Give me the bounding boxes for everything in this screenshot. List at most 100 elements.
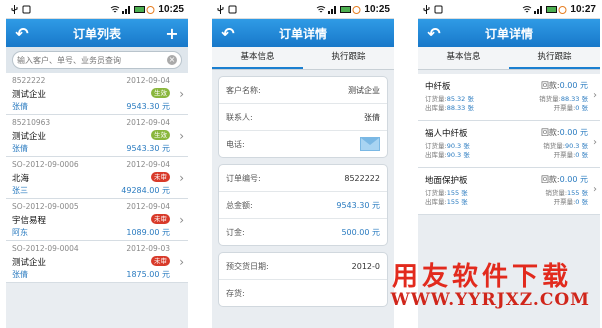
wifi-icon bbox=[110, 5, 120, 14]
list-item[interactable]: SO-2012-09-0004 2012-09-03 测试企业 未审 张倩 18… bbox=[6, 241, 188, 283]
search-box: × bbox=[12, 51, 182, 69]
deposit-amount: 500.00 元 bbox=[341, 227, 380, 237]
search-bar: × bbox=[6, 47, 188, 73]
status-badge: 未审 bbox=[151, 256, 170, 266]
chevron-right-icon: › bbox=[593, 184, 597, 195]
salesperson: 阿东 bbox=[12, 228, 28, 237]
clock: 10:27 bbox=[570, 3, 596, 15]
product-name: 中纤板 bbox=[425, 82, 451, 92]
clock: 10:25 bbox=[364, 3, 390, 15]
invoiced-qty: 开票量:0 张 bbox=[553, 198, 588, 206]
tab-execution-tracking[interactable]: 执行跟踪 bbox=[303, 47, 394, 69]
back-arrow-icon[interactable]: ↶ bbox=[424, 23, 444, 43]
chevron-right-icon: › bbox=[593, 137, 597, 148]
search-input[interactable] bbox=[17, 55, 167, 65]
phone-row: 电话: bbox=[219, 131, 387, 157]
list-item[interactable]: 85210963 2012-09-04 测试企业 生效 张倩 9543.30 元… bbox=[6, 115, 188, 157]
chevron-right-icon: › bbox=[179, 129, 184, 143]
notification-icon bbox=[22, 5, 31, 14]
stock-row: 存货: bbox=[219, 280, 387, 306]
field-label: 预交货日期: bbox=[226, 261, 269, 271]
total-row: 总金额: 9543.30 元 bbox=[219, 192, 387, 219]
order-amount: 1089.00 元 bbox=[126, 228, 170, 237]
clock: 10:25 bbox=[158, 3, 184, 15]
chevron-right-icon: › bbox=[179, 87, 184, 101]
list-item[interactable]: 中纤板 回款:0.00 元 订货量:85.32 张 销货量:88.33 张 出库… bbox=[418, 74, 600, 121]
field-label: 订金: bbox=[226, 227, 245, 237]
alarm-icon bbox=[558, 5, 567, 14]
mail-icon[interactable] bbox=[360, 137, 380, 151]
chevron-right-icon: › bbox=[593, 90, 597, 101]
list-item[interactable]: 福人中纤板 回款:0.00 元 订货量:90.3 张 销货量:90.3 张 出库… bbox=[418, 121, 600, 168]
delivery-row: 预交货日期: 2012-0 bbox=[219, 253, 387, 280]
notification-icon bbox=[434, 5, 443, 14]
order-number: SO-2012-09-0005 bbox=[12, 202, 79, 211]
company-name: 测试企业 bbox=[12, 258, 47, 268]
list-item[interactable]: SO-2012-09-0006 2012-09-04 北海 未审 张三 4928… bbox=[6, 157, 188, 199]
clear-icon[interactable]: × bbox=[167, 55, 177, 65]
status-badge: 生效 bbox=[151, 130, 170, 140]
tab-basic-info[interactable]: 基本信息 bbox=[418, 47, 509, 69]
invoiced-qty: 开票量:0 张 bbox=[553, 104, 588, 112]
order-info-card: 订单编号: 8522222 总金额: 9543.30 元 订金: 500.00 … bbox=[218, 164, 388, 246]
customer-name: 测试企业 bbox=[348, 85, 380, 95]
order-date: 2012-09-04 bbox=[126, 202, 170, 211]
page-title: 订单列表 bbox=[72, 26, 121, 41]
battery-icon bbox=[546, 5, 558, 14]
order-detail-screen: 10:25 ↶ 订单详情 基本信息 执行跟踪 客户名称: 测试企业 联系人: 张… bbox=[212, 0, 394, 328]
chevron-right-icon: › bbox=[179, 255, 184, 269]
list-item[interactable]: SO-2012-09-0005 2012-09-04 宇信易程 未审 阿东 10… bbox=[6, 199, 188, 241]
salesperson: 张倩 bbox=[12, 144, 28, 153]
order-date: 2012-09-04 bbox=[126, 118, 170, 127]
page-title: 订单详情 bbox=[278, 26, 327, 41]
back-arrow-icon[interactable]: ↶ bbox=[12, 23, 32, 43]
notification-icon bbox=[228, 5, 237, 14]
signal-icon bbox=[328, 5, 337, 14]
shipped-qty: 出库量:90.3 张 bbox=[425, 151, 470, 159]
alarm-icon bbox=[146, 5, 155, 14]
title-bar: ↶ 订单列表 + bbox=[6, 19, 188, 47]
field-label: 总金额: bbox=[226, 200, 253, 210]
list-item[interactable]: 地面保护板 回款:0.00 元 订货量:155 张 销货量:155 张 出库量:… bbox=[418, 168, 600, 215]
alarm-icon bbox=[352, 5, 361, 14]
field-label: 联系人: bbox=[226, 112, 253, 122]
field-label: 客户名称: bbox=[226, 85, 261, 95]
product-name: 地面保护板 bbox=[425, 176, 468, 186]
tab-bar: 基本信息 执行跟踪 bbox=[212, 47, 394, 70]
tab-basic-info[interactable]: 基本信息 bbox=[212, 47, 303, 69]
title-bar: ↶ 订单详情 bbox=[418, 19, 600, 47]
list-item[interactable]: 8522222 2012-09-04 测试企业 生效 张倩 9543.30 元 … bbox=[6, 73, 188, 115]
invoiced-qty: 开票量:0 张 bbox=[553, 151, 588, 159]
wifi-icon bbox=[316, 5, 326, 14]
field-label: 存货: bbox=[226, 288, 245, 298]
salesperson: 张倩 bbox=[12, 102, 28, 111]
title-bar: ↶ 订单详情 bbox=[212, 19, 394, 47]
delivery-date: 2012-0 bbox=[351, 261, 380, 271]
status-bar: 10:27 bbox=[418, 0, 600, 19]
contact-row: 联系人: 张倩 bbox=[219, 104, 387, 131]
delivery-card: 预交货日期: 2012-0 存货: bbox=[218, 252, 388, 307]
order-number: SO-2012-09-0004 bbox=[12, 244, 79, 253]
order-date: 2012-09-04 bbox=[126, 160, 170, 169]
order-date: 2012-09-04 bbox=[126, 76, 170, 85]
signal-icon bbox=[534, 5, 543, 14]
chevron-right-icon: › bbox=[179, 171, 184, 185]
deposit-row: 订金: 500.00 元 bbox=[219, 219, 387, 245]
watermark-url: WWW.YYRJXZ.COM bbox=[390, 290, 590, 310]
product-name: 福人中纤板 bbox=[425, 129, 468, 139]
shipped-qty: 出库量:155 张 bbox=[425, 198, 468, 206]
back-arrow-icon[interactable]: ↶ bbox=[218, 23, 238, 43]
status-bar: 10:25 bbox=[212, 0, 394, 19]
battery-icon bbox=[134, 5, 146, 14]
order-amount: 9543.30 元 bbox=[126, 102, 170, 111]
status-badge: 未审 bbox=[151, 214, 170, 224]
order-list: 8522222 2012-09-04 测试企业 生效 张倩 9543.30 元 … bbox=[6, 73, 188, 283]
order-number: 8522222 bbox=[344, 173, 380, 183]
field-label: 电话: bbox=[226, 139, 245, 149]
tab-execution-tracking[interactable]: 执行跟踪 bbox=[509, 47, 600, 69]
plus-icon[interactable]: + bbox=[162, 23, 182, 43]
status-badge: 未审 bbox=[151, 172, 170, 182]
payment-received: 回款:0.00 元 bbox=[540, 175, 588, 184]
salesperson: 张三 bbox=[12, 186, 28, 195]
payment-received: 回款:0.00 元 bbox=[540, 81, 588, 90]
